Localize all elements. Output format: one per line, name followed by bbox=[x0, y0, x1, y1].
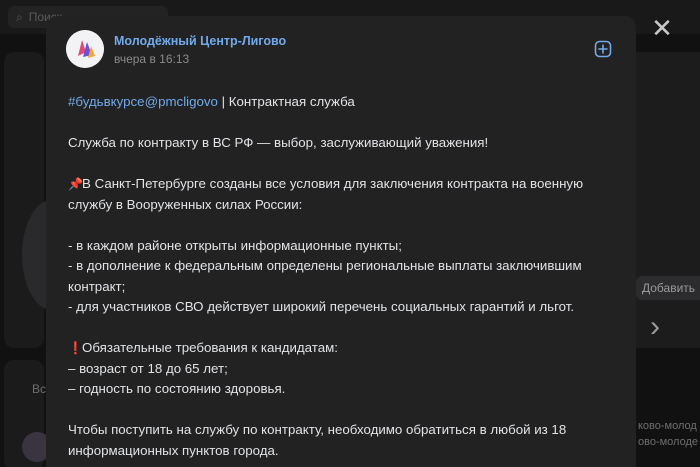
closing-paragraph: Чтобы поступить на службу по контракту, … bbox=[68, 420, 616, 461]
bullet-line: - для участников СВО действует широкий п… bbox=[68, 299, 575, 314]
closing-line: Чтобы поступить на службу по контракту, … bbox=[68, 422, 567, 437]
conditions-line: службу в Вооруженных силах России: bbox=[68, 196, 303, 212]
post-header: Молодёжный Центр-Лигово вчера в 16:13 bbox=[66, 30, 616, 72]
author-logo-icon bbox=[66, 30, 104, 68]
pushpin-icon: 📌 bbox=[68, 177, 83, 191]
author-avatar[interactable] bbox=[66, 30, 104, 68]
post-time[interactable]: вчера в 16:13 bbox=[114, 52, 189, 66]
background-right-panel bbox=[636, 52, 700, 348]
conditions-line: В Санкт-Петербурге созданы все условия д… bbox=[82, 176, 584, 191]
requirement-line: – возраст от 18 до 65 лет; bbox=[68, 360, 228, 376]
bullet-line: - в дополнение к федеральным определены … bbox=[68, 258, 582, 273]
page: ⌕ Поиск Вс Добавить › ково-молод ово-моло… bbox=[0, 0, 700, 467]
requirements-paragraph: ❗Обязательные требования к кандидатам: –… bbox=[68, 338, 616, 400]
closing-line: информационных пунктов города. bbox=[68, 442, 279, 458]
hashtag-link[interactable]: #будьвкурсе@pmcligovo bbox=[68, 94, 218, 109]
post-text: #будьвкурсе@pmcligovo | Контрактная служ… bbox=[68, 92, 616, 467]
background-add-button[interactable]: Добавить bbox=[636, 276, 700, 300]
post-title-line: #будьвкурсе@pmcligovo | Контрактная служ… bbox=[68, 92, 616, 113]
background-right-text: ово-молоде bbox=[638, 436, 699, 448]
post-intro: Служба по контракту в ВС РФ — выбор, зас… bbox=[68, 135, 489, 150]
close-icon[interactable]: ✕ bbox=[648, 14, 676, 42]
bullet-line: контракт; bbox=[68, 278, 126, 294]
chevron-right-icon[interactable]: › bbox=[650, 312, 660, 342]
search-icon: ⌕ bbox=[16, 10, 23, 24]
background-left-text: Вс bbox=[32, 382, 47, 396]
bullets-paragraph: - в каждом районе открыты информационные… bbox=[68, 236, 616, 318]
background-right-text: ково-молод bbox=[638, 420, 697, 432]
add-bookmark-icon[interactable] bbox=[594, 40, 612, 58]
post-title-suffix: | Контрактная служба bbox=[217, 94, 355, 109]
requirements-title: Обязательные требования к кандидатам: bbox=[82, 340, 338, 355]
bullet-line: - в каждом районе открыты информационные… bbox=[68, 237, 402, 253]
post-modal: Молодёжный Центр-Лигово вчера в 16:13 #б… bbox=[46, 16, 636, 467]
author-name[interactable]: Молодёжный Центр-Лигово bbox=[114, 34, 286, 48]
exclamation-icon: ❗ bbox=[68, 341, 83, 355]
requirement-line: – годность по состоянию здоровья. bbox=[68, 381, 286, 396]
conditions-paragraph: 📌В Санкт-Петербурге созданы все условия … bbox=[68, 174, 616, 215]
